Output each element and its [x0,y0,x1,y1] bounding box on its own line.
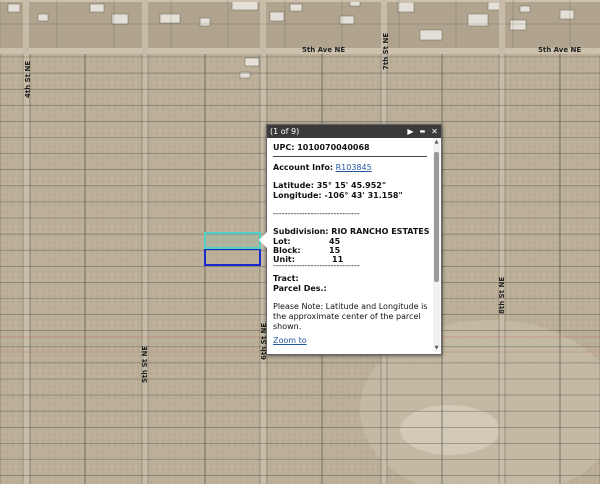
scrollbar-thumb[interactable] [434,152,439,282]
dashed-divider-2: ------------------------------ [273,261,360,270]
popup-titlebar: (1 of 9) ▶ ▬ ✕ [267,125,441,138]
account-info-link[interactable]: R103845 [336,163,372,172]
selected-parcel-highlight[interactable] [204,232,261,249]
map-view[interactable]: 5th Ave NE 5th Ave NE 4th St NE 5th St N… [0,0,600,484]
tract-label: Tract: [273,274,299,283]
popup-scrollbar[interactable]: ▲ ▼ [433,138,440,352]
lot-value: 45 [329,237,341,246]
road-label-5th-ave-left: 5th Ave NE [302,46,346,54]
next-feature-button[interactable]: ▶ [406,127,415,136]
minimize-button[interactable]: ▬ [418,127,427,136]
parcel-info-popup: (1 of 9) ▶ ▬ ✕ UPC: 1010070040068 Accoun… [259,124,442,355]
upc-text: UPC: 1010070040068 [273,143,370,152]
popup-pointer [259,232,267,248]
subdivision-text: Subdivision: RIO RANCHO ESTATES [273,227,430,236]
block-value: 15 [329,246,341,255]
account-info-label: Account Info: [273,163,334,172]
scroll-up-icon[interactable]: ▲ [433,138,440,146]
scroll-down-icon[interactable]: ▼ [433,344,440,352]
road-label-5th-ave-right: 5th Ave NE [538,46,582,54]
road-label-7th-st: 7th St NE [382,32,390,70]
popup-title: (1 of 9) [270,127,300,136]
road-label-8th-st: 8th St NE [498,276,506,314]
block-label: Block: [273,246,301,255]
parcel-des-label: Parcel Des.: [273,284,327,293]
latitude-text: Latitude: 35° 15' 45.952" [273,181,387,190]
longitude-text: Longitude: -106° 43' 31.158" [273,191,403,200]
lot-label: Lot: [273,237,291,246]
close-button[interactable]: ✕ [430,127,439,136]
popup-content: UPC: 1010070040068 Account Info: R103845… [267,138,433,354]
popup-divider-line [273,156,427,157]
zoom-to-link[interactable]: Zoom to [273,336,307,345]
dashed-divider: ------------------------------ [273,209,360,218]
coordinates-note: Please Note: Latitude and Longitude is t… [273,302,428,331]
road-label-4th-st: 4th St NE [24,60,32,98]
road-label-5th-st: 5th St NE [141,345,149,383]
